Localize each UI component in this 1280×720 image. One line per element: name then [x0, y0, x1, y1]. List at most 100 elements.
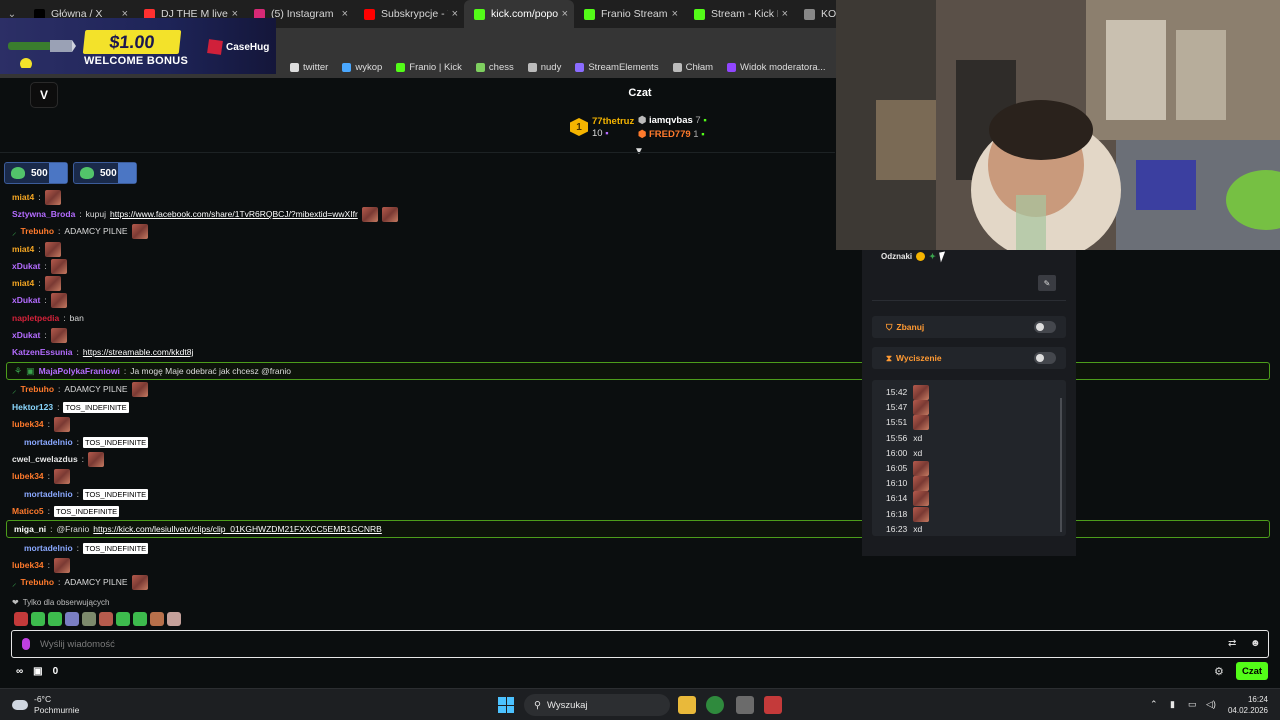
emote-icon[interactable]	[88, 451, 105, 467]
chat-username[interactable]: mortadelnio	[24, 489, 73, 499]
volume-icon[interactable]: ◁)	[1206, 699, 1216, 710]
points-store-icon[interactable]: ▣	[33, 666, 42, 677]
file-explorer-icon[interactable]	[678, 696, 696, 714]
top-gifter-2[interactable]: ⬢ iamqvbas 7 ▪	[638, 115, 707, 126]
chat-username[interactable]: lubek34	[12, 560, 44, 570]
send-chat-button[interactable]: Czat	[1236, 662, 1268, 680]
emote-icon[interactable]	[131, 381, 148, 397]
chat-username[interactable]: mortadelnio	[24, 543, 73, 553]
close-icon[interactable]: ×	[672, 8, 678, 20]
emote-icon[interactable]	[361, 206, 378, 222]
kick-logo-icon[interactable]: V	[30, 82, 58, 108]
emote-icon[interactable]	[54, 557, 71, 573]
close-icon[interactable]: ×	[782, 8, 788, 20]
emote-icon[interactable]	[131, 223, 148, 239]
chat-username[interactable]: miat4	[12, 278, 34, 288]
chat-link[interactable]: https://streamable.com/kkdt8j	[83, 347, 194, 357]
start-button[interactable]	[498, 697, 514, 713]
emote-icon[interactable]	[133, 612, 147, 626]
ban-toggle-row[interactable]: ⛉ Zbanuj	[872, 316, 1066, 338]
taskbar-search[interactable]: ⚲ Wyszukaj	[524, 694, 670, 716]
chat-username[interactable]: xDukat	[12, 330, 40, 340]
ban-toggle[interactable]	[1034, 321, 1056, 333]
chat-username[interactable]: KatzenEssunia	[12, 347, 72, 357]
emote-icon[interactable]	[54, 468, 71, 484]
timeout-toggle[interactable]	[1034, 352, 1056, 364]
browser-tab[interactable]: Stream - Kick Da ×	[684, 0, 794, 28]
emote-icon[interactable]	[44, 241, 61, 257]
chevron-up-icon[interactable]: ⌃	[1150, 699, 1158, 710]
chat-username[interactable]: miga_ni	[14, 524, 46, 534]
bookmark-item[interactable]: wykop	[342, 62, 382, 73]
timeout-toggle-row[interactable]: ⧗ Wyciszenie	[872, 347, 1066, 369]
emote-icon[interactable]	[99, 612, 113, 626]
chat-username[interactable]: miat4	[12, 192, 34, 202]
close-icon[interactable]: ×	[562, 8, 568, 20]
chat-username[interactable]: Hektor123	[12, 402, 53, 412]
chat-username[interactable]: Sztywna_Broda	[12, 209, 75, 219]
bookmark-item[interactable]: Chłam	[672, 62, 713, 73]
emote-icon[interactable]	[131, 574, 148, 590]
chat-link[interactable]: https://www.facebook.com/share/1TvR6RQBC…	[110, 209, 358, 219]
chat-username[interactable]: xDukat	[12, 261, 40, 271]
bookmark-item[interactable]: Franio | Kick	[396, 62, 462, 73]
bookmark-item[interactable]: chess	[475, 62, 514, 73]
microphone-icon[interactable]: ▮	[1170, 699, 1175, 710]
chat-username[interactable]: xDukat	[12, 295, 40, 305]
top-gifter-3[interactable]: ⬢ FRED779 1 ▪	[638, 129, 705, 140]
chat-username[interactable]: lubek34	[12, 471, 44, 481]
chat-username[interactable]: miat4	[12, 244, 34, 254]
bookmark-item[interactable]: Widok moderatora...	[727, 62, 826, 73]
chat-username[interactable]: cwel_cwelazdus	[12, 454, 78, 464]
emote-icon[interactable]	[82, 612, 96, 626]
top-gifter-1[interactable]: 77thetruz	[592, 116, 634, 127]
translate-icon[interactable]: ⇄	[1228, 638, 1236, 649]
weather-widget[interactable]: -6°C Pochmurnie	[12, 694, 79, 716]
settings-icon[interactable]: ⚙	[1214, 665, 1224, 678]
network-icon[interactable]: ▭	[1188, 699, 1197, 710]
emote-icon[interactable]	[116, 612, 130, 626]
chat-username[interactable]: Trebuho	[21, 384, 55, 394]
emote-icon[interactable]	[50, 327, 67, 343]
emote-icon[interactable]	[14, 612, 28, 626]
chat-username[interactable]: napletpedia	[12, 313, 59, 323]
bookmark-item[interactable]: StreamElements	[575, 62, 659, 73]
microphone-icon[interactable]	[22, 638, 30, 650]
emote-icon[interactable]	[50, 292, 67, 308]
close-icon[interactable]: ×	[342, 8, 348, 20]
history-scrollbar[interactable]	[1060, 398, 1062, 532]
chat-username[interactable]: Matico5	[12, 506, 44, 516]
points-chip[interactable]: 500	[73, 162, 137, 184]
bookmark-item[interactable]: twitter	[290, 62, 328, 73]
emote-icon[interactable]	[381, 206, 398, 222]
bookmark-item[interactable]: nudy	[527, 62, 561, 73]
chat-username[interactable]: Trebuho	[21, 577, 55, 587]
chat-username[interactable]: Trebuho	[21, 226, 55, 236]
emote-icon[interactable]	[44, 275, 61, 291]
emote-icon[interactable]	[54, 416, 71, 432]
chat-input-box[interactable]: ⇄ ☻	[11, 630, 1269, 658]
infinity-icon[interactable]: ∞	[16, 666, 23, 677]
emote-icon[interactable]	[50, 258, 67, 274]
close-icon[interactable]: ×	[452, 8, 458, 20]
pin-icon[interactable]: ✎	[1038, 275, 1056, 291]
browser-tab[interactable]: Subskrypcje - You ×	[354, 0, 464, 28]
chat-username[interactable]: MajaPolykaFraniowi	[39, 366, 120, 376]
chat-message-input[interactable]	[40, 638, 1190, 650]
browser-tab[interactable]: kick.com/popout ×	[464, 0, 574, 28]
browser-tab[interactable]: Franio Stream - W ×	[574, 0, 684, 28]
emote-icon[interactable]	[150, 612, 164, 626]
chat-username[interactable]: mortadelnio	[24, 437, 73, 447]
emoji-icon[interactable]: ☻	[1250, 638, 1261, 649]
emote-icon[interactable]	[48, 612, 62, 626]
chrome-icon[interactable]	[706, 696, 724, 714]
app-icon[interactable]	[736, 696, 754, 714]
emote-icon[interactable]	[31, 612, 45, 626]
emote-icon[interactable]	[167, 612, 181, 626]
emote-icon[interactable]	[65, 612, 79, 626]
app-icon[interactable]	[764, 696, 782, 714]
points-chip[interactable]: 500	[4, 162, 68, 184]
system-clock[interactable]: 16:24 04.02.2026	[1224, 694, 1268, 716]
chat-link[interactable]: https://kick.com/lesiullvetv/clips/clip_…	[93, 524, 382, 534]
emote-icon[interactable]	[44, 189, 61, 205]
